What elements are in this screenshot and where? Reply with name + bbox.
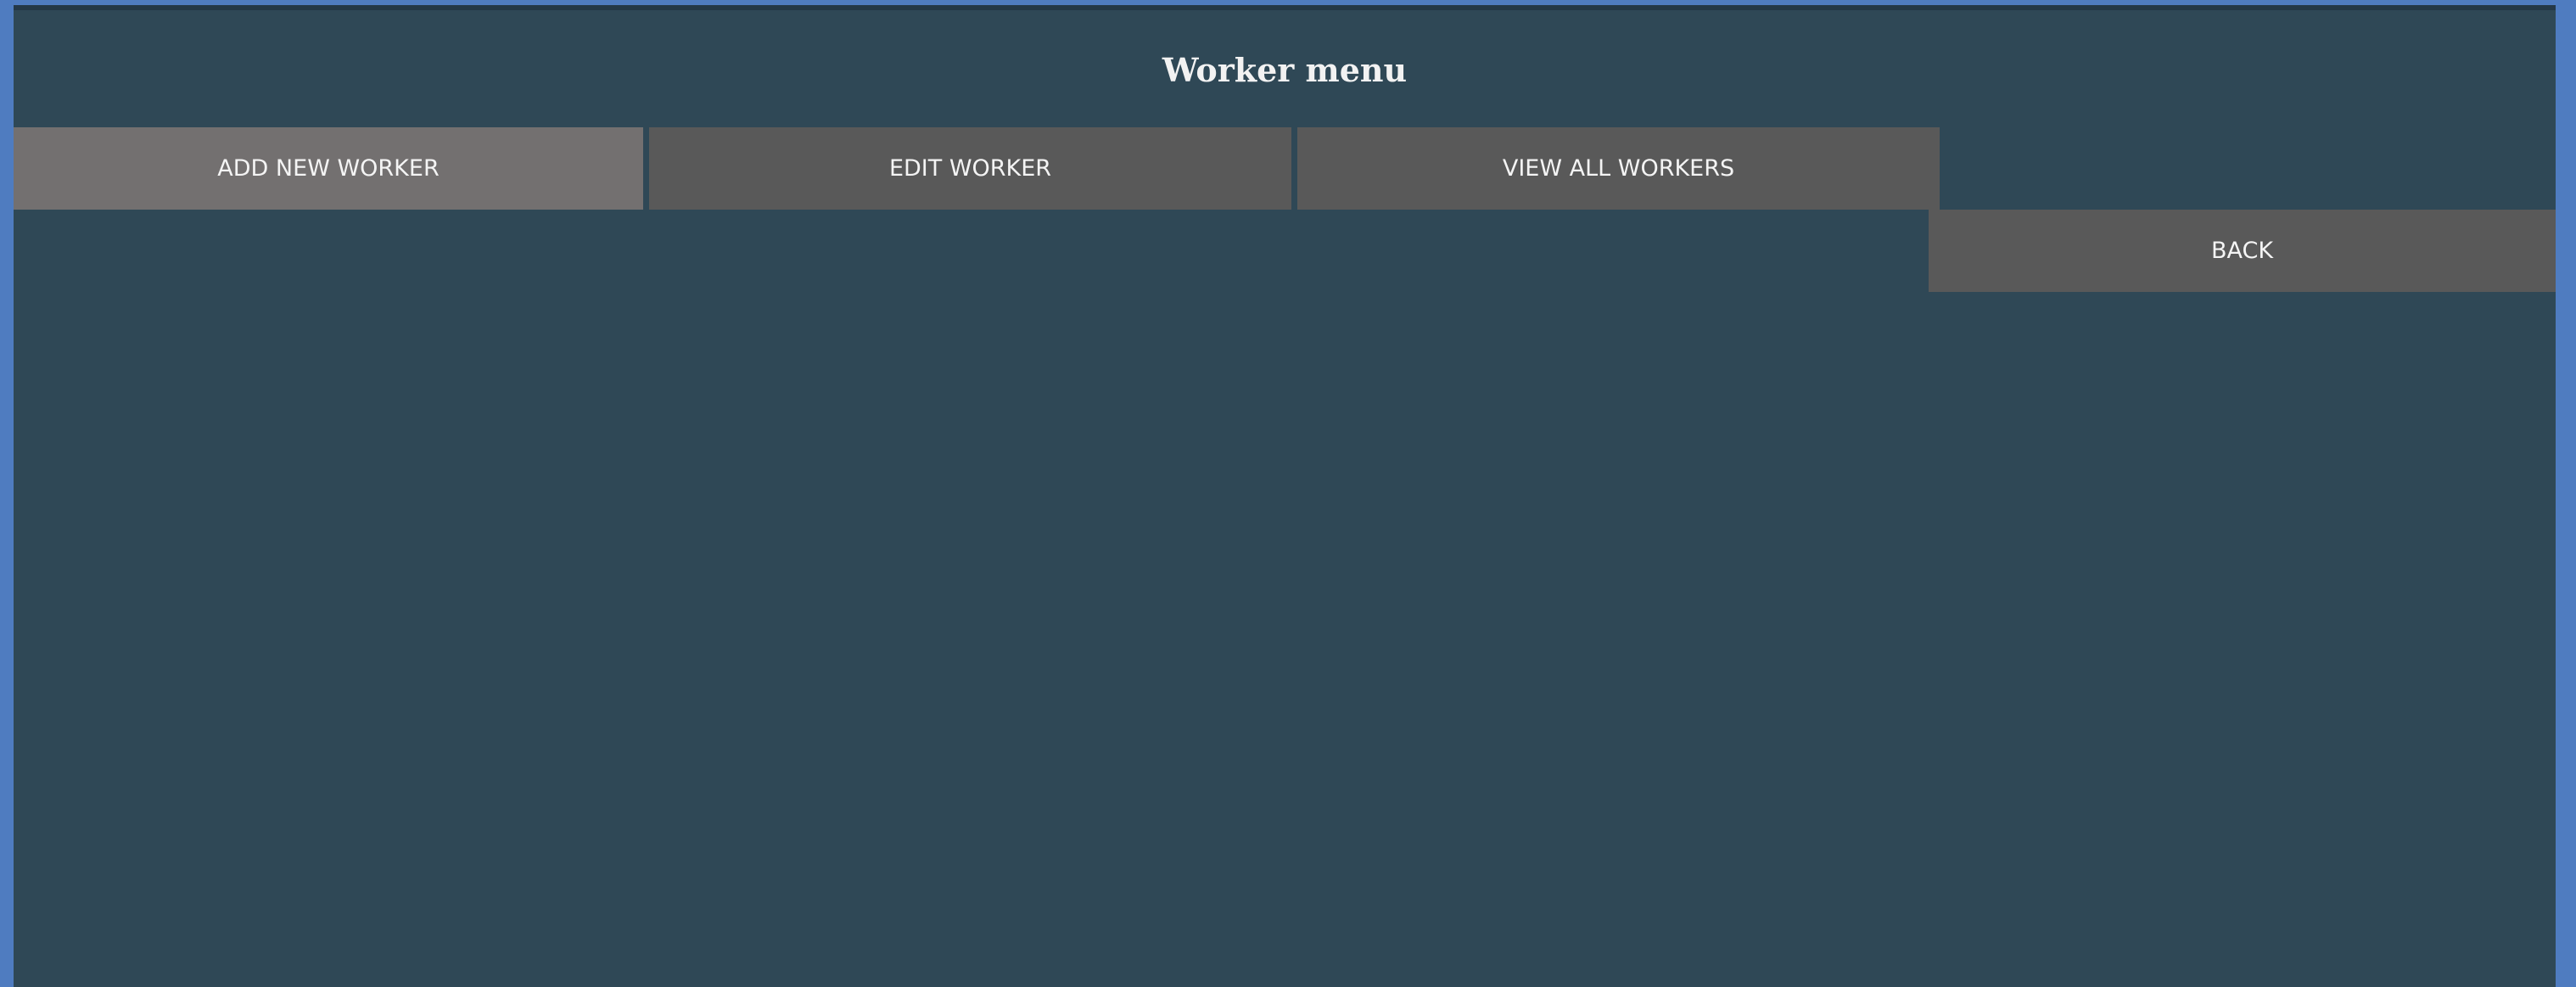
worker-menu-window: Worker menu ADD NEW WORKER EDIT WORKER V… — [14, 5, 2556, 987]
edit-worker-button[interactable]: EDIT WORKER — [649, 127, 1291, 210]
page-title: Worker menu — [1162, 51, 1408, 89]
add-new-worker-button[interactable]: ADD NEW WORKER — [14, 127, 643, 210]
view-all-workers-button[interactable]: VIEW ALL WORKERS — [1297, 127, 1940, 210]
back-button[interactable]: BACK — [1929, 210, 2556, 292]
